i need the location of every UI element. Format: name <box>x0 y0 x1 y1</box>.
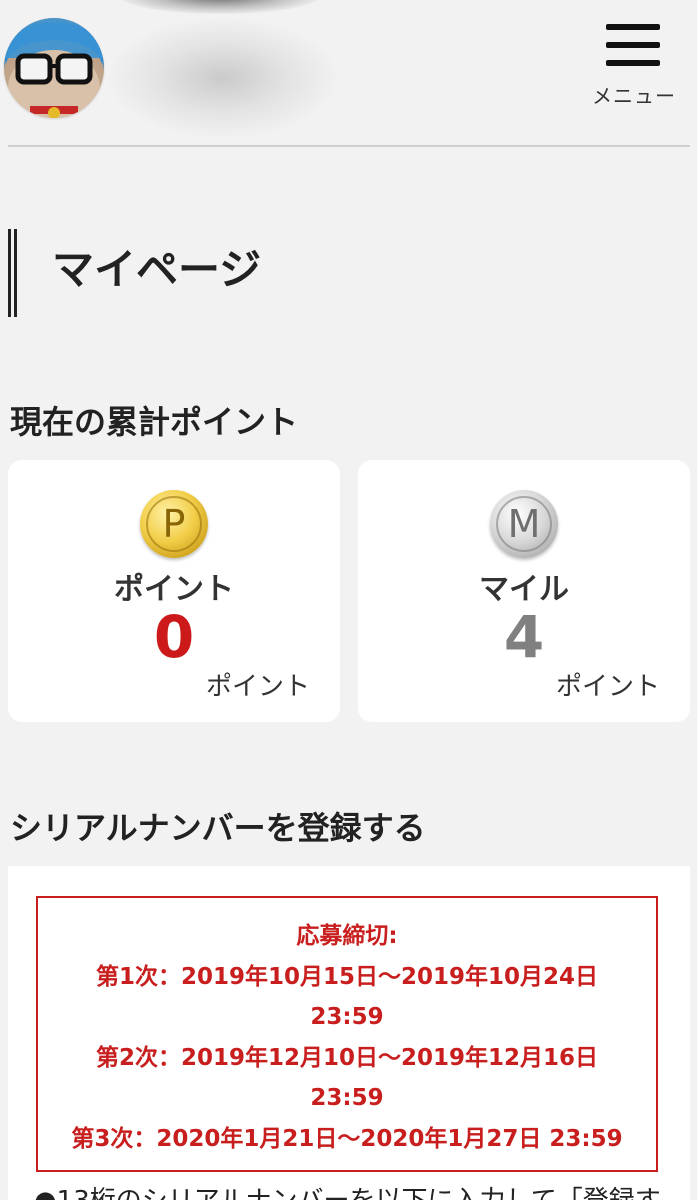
header: メニュー <box>0 0 697 147</box>
deadline-round-1: 第1次：2019年10月15日〜2019年10月24日 <box>95 963 599 990</box>
points-unit: ポイント <box>205 672 310 702</box>
title-accent-bar <box>14 229 17 317</box>
deadline-round-3: 第3次：2020年1月21日〜2020年1月27日 23:59 <box>71 1125 623 1152</box>
serial-panel: 応募締切: 第1次：2019年10月15日〜2019年10月24日 23:59 … <box>8 866 690 1200</box>
menu-button[interactable]: メニュー <box>584 18 684 110</box>
avatar[interactable] <box>4 18 104 118</box>
miles-value: 4 <box>503 603 545 671</box>
serial-heading: シリアルナンバーを登録する <box>10 809 426 847</box>
avatar-image <box>4 18 104 118</box>
instruction-text: ●13桁のシリアルナンバーを以下に入力して「登録す <box>34 1180 661 1200</box>
deadline-round-1-time: 23:59 <box>310 1004 384 1030</box>
header-divider <box>8 145 690 147</box>
title-accent-bar <box>8 229 11 317</box>
blurred-region-top <box>120 0 320 14</box>
deadline-title: 応募締切: <box>296 923 398 949</box>
deadline-box: 応募締切: 第1次：2019年10月15日〜2019年10月24日 23:59 … <box>36 896 658 1172</box>
page-root: メニュー マイページ 現在の累計ポイント P ポイント 0 ポイント M マイル… <box>0 0 697 1200</box>
page-title: マイページ <box>52 245 262 294</box>
deadline-round-2: 第2次：2019年12月10日〜2019年12月16日 <box>95 1044 599 1071</box>
points-value: 0 <box>153 603 195 671</box>
miles-card: M マイル 4 ポイント <box>358 460 690 722</box>
gold-p-coin-icon: P <box>140 490 208 558</box>
points-heading: 現在の累計ポイント <box>10 403 299 441</box>
points-card: P ポイント 0 ポイント <box>8 460 340 722</box>
deadline-round-2-time: 23:59 <box>310 1085 384 1111</box>
silver-m-coin-icon: M <box>490 490 558 558</box>
deadline-text: 応募締切: 第1次：2019年10月15日〜2019年10月24日 23:59 … <box>38 916 656 1159</box>
miles-unit: ポイント <box>555 672 660 702</box>
blurred-region <box>108 18 338 138</box>
hamburger-menu-icon <box>606 24 660 68</box>
menu-label: メニュー <box>592 84 676 108</box>
